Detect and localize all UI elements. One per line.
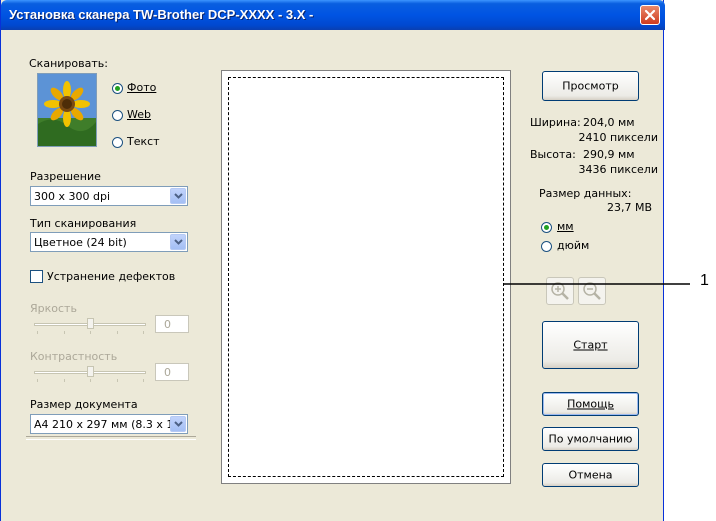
radio-text-label[interactable]: Текст: [127, 135, 160, 148]
brightness-input[interactable]: 0: [155, 315, 189, 333]
height-mm: 290,9 мм: [583, 148, 635, 161]
preview-button[interactable]: Просмотр: [542, 71, 639, 101]
dropdown-arrow-icon[interactable]: [170, 188, 186, 204]
height-label: Высота:: [530, 148, 576, 161]
brightness-tick: [64, 331, 65, 334]
descreen-label[interactable]: Устранение дефектов: [47, 270, 175, 283]
contrast-tick: [90, 379, 91, 382]
help-button[interactable]: Помощь: [542, 392, 639, 416]
width-label: Ширина:: [530, 116, 581, 129]
data-size-value: 23,7 MB: [606, 201, 652, 214]
brightness-label: Яркость: [30, 302, 77, 315]
left-panel-divider: [26, 436, 196, 440]
close-button[interactable]: [640, 5, 660, 25]
radio-unit-inch[interactable]: [541, 241, 552, 252]
callout-number: 1: [700, 272, 709, 289]
data-size-label: Размер данных:: [539, 187, 632, 200]
brightness-tick: [90, 331, 91, 334]
radio-photo-label[interactable]: Фото: [127, 81, 156, 94]
contrast-label: Контрастность: [30, 350, 118, 363]
close-icon: [644, 9, 656, 21]
callout-line: [504, 283, 690, 285]
brightness-tick: [117, 331, 118, 334]
contrast-tick: [117, 379, 118, 382]
preview-area[interactable]: [221, 70, 511, 484]
contrast-tick: [37, 379, 38, 382]
cancel-button-label: Отмена: [568, 468, 613, 482]
brightness-tick: [143, 331, 144, 334]
resolution-label: Разрешение: [30, 170, 101, 183]
resolution-select[interactable]: 300 x 300 dpi: [30, 186, 188, 206]
descreen-checkbox[interactable]: [30, 270, 43, 283]
dropdown-arrow-icon[interactable]: [170, 416, 186, 432]
start-button[interactable]: Старт: [542, 321, 639, 369]
scan-type-label: Тип сканирования: [30, 217, 137, 230]
radio-unit-mm-label[interactable]: мм: [557, 220, 574, 233]
scan-type-select[interactable]: Цветное (24 bit): [30, 232, 188, 252]
dropdown-arrow-icon[interactable]: [170, 234, 186, 250]
preview-button-label: Просмотр: [562, 79, 619, 93]
radio-web[interactable]: [112, 110, 123, 121]
contrast-value: 0: [164, 366, 171, 379]
scanner-dialog: Установка сканера TW-Brother DCP-XXXX - …: [0, 0, 665, 521]
radio-web-label[interactable]: Web: [127, 108, 151, 121]
contrast-tick: [64, 379, 65, 382]
photo-thumbnail: [37, 73, 97, 147]
brightness-tick: [37, 331, 38, 334]
default-button[interactable]: По умолчанию: [542, 427, 639, 451]
radio-photo[interactable]: [112, 83, 123, 94]
cancel-button[interactable]: Отмена: [542, 463, 639, 487]
doc-size-label: Размер документа: [30, 398, 138, 411]
start-button-label: Старт: [573, 338, 608, 352]
default-button-label: По умолчанию: [548, 432, 633, 446]
title-bar[interactable]: Установка сканера TW-Brother DCP-XXXX - …: [1, 0, 665, 30]
contrast-input[interactable]: 0: [155, 363, 189, 381]
window-title: Установка сканера TW-Brother DCP-XXXX - …: [9, 7, 314, 22]
scan-type-value: Цветное (24 bit): [34, 236, 127, 249]
width-px: 2410 пиксели: [578, 131, 658, 144]
scan-label: Сканировать:: [29, 57, 108, 70]
scan-area-selection[interactable]: [228, 77, 504, 477]
radio-unit-mm[interactable]: [541, 222, 552, 233]
resolution-value: 300 x 300 dpi: [34, 190, 111, 203]
help-button-label: Помощь: [567, 397, 614, 411]
doc-size-select[interactable]: A4 210 x 297 мм (8.3 x 11.7 дюйм): [30, 414, 188, 434]
doc-size-value: A4 210 x 297 мм (8.3 x 11.7 дюйм): [34, 418, 170, 431]
height-px: 3436 пиксели: [578, 163, 658, 176]
contrast-tick: [143, 379, 144, 382]
radio-text[interactable]: [112, 137, 123, 148]
brightness-slider-thumb[interactable]: [87, 318, 94, 329]
radio-unit-inch-label[interactable]: дюйм: [557, 239, 589, 252]
contrast-slider-thumb[interactable]: [87, 366, 94, 377]
brightness-value: 0: [164, 318, 171, 331]
width-mm: 204,0 мм: [583, 116, 635, 129]
